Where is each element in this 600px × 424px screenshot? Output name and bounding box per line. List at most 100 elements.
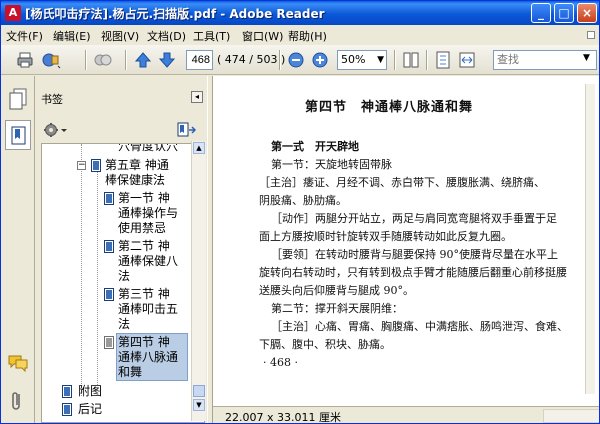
previous-page-icon[interactable] bbox=[133, 50, 153, 70]
document-line: ［要领］在转动时腰背与腿要保持 90°使腰背尽量在水平上 bbox=[271, 248, 558, 261]
chevron-down-icon: ▼ bbox=[377, 55, 384, 65]
bookmark-icon bbox=[104, 192, 114, 205]
menu-file[interactable]: 文件(F) bbox=[6, 28, 43, 44]
bookmark-section-3-line1[interactable]: 第三节 神 bbox=[118, 287, 170, 301]
bookmark-tree-scrollbar[interactable]: ▲ ▼ bbox=[191, 141, 206, 421]
bookmarks-panel-header: 书签 ◂ bbox=[39, 90, 205, 108]
bookmark-icon bbox=[104, 240, 114, 253]
page-size-readout: 22.007 x 33.011 厘米 bbox=[225, 411, 341, 424]
menu-help[interactable]: 帮助(H) bbox=[288, 28, 327, 44]
fit-width-icon[interactable] bbox=[457, 50, 477, 70]
next-page-icon[interactable] bbox=[157, 50, 177, 70]
document-line: 第二节：撑开斜天展阴维： bbox=[271, 302, 403, 315]
zoom-value: 50% bbox=[341, 53, 366, 66]
pages-panel-icon[interactable] bbox=[9, 88, 27, 113]
navigation-strip bbox=[1, 76, 35, 423]
bookmark-section-2-line1[interactable]: 第二节 神 bbox=[118, 239, 170, 253]
bookmark-section-1-line1[interactable]: 第一节 神 bbox=[118, 191, 170, 205]
adobe-reader-window: A [杨氏叩击疗法].杨占元.扫描版.pdf - Adobe Reader _ … bbox=[0, 0, 600, 424]
tree-collapse-toggle[interactable]: − bbox=[77, 161, 86, 170]
search-input[interactable] bbox=[493, 50, 597, 70]
menu-document[interactable]: 文档(D) bbox=[147, 28, 186, 44]
document-line: ［动作］两腿分开站立，两足与肩同宽弯腿将双手垂置于足 bbox=[271, 212, 557, 225]
bookmark-options-gear-icon[interactable] bbox=[43, 122, 69, 141]
status-bar: 22.007 x 33.011 厘米 bbox=[213, 406, 599, 423]
comments-icon[interactable] bbox=[7, 354, 29, 375]
fit-page-icon[interactable] bbox=[433, 50, 453, 70]
bookmark-section-3-line2[interactable]: 通棒叩击五 bbox=[118, 302, 178, 316]
bookmark-chapter-5-line1[interactable]: 第五章 神通 bbox=[105, 158, 169, 172]
toolbar: ( 474 / 503 ) 50% ▼ ▼ bbox=[1, 45, 599, 75]
scroll-up-arrow-icon[interactable]: ▲ bbox=[193, 142, 205, 154]
maximize-button[interactable]: □ bbox=[554, 3, 574, 23]
bookmark-section-1-line3[interactable]: 使用禁忌 bbox=[118, 221, 166, 235]
bookmark-icon bbox=[62, 385, 72, 398]
page-number-footer: · 468 · bbox=[263, 356, 298, 369]
search-dropdown-chevron-icon[interactable]: ▼ bbox=[583, 53, 590, 63]
bookmark-tree: 穴骨度认穴 − 第五章 神通 棒保健康法 第一节 神 通棒操作与 使用禁忌 第二… bbox=[41, 143, 205, 423]
menu-window[interactable]: 窗口(W) bbox=[242, 28, 283, 44]
minimize-button[interactable]: _ bbox=[531, 3, 551, 23]
bookmark-postscript[interactable]: 后记 bbox=[78, 402, 102, 416]
scrollbar-thumb[interactable] bbox=[193, 385, 205, 397]
document-heading: 第四节 神通棒八脉通和舞 bbox=[305, 100, 474, 115]
bookmark-icon bbox=[104, 288, 114, 301]
print-icon[interactable] bbox=[15, 50, 35, 70]
bookmark-section-4-line2[interactable]: 通棒八脉通 bbox=[118, 350, 178, 364]
menu-bar: 文件(F) 编辑(E) 视图(V) 文档(D) 工具(T) 窗口(W) 帮助(H… bbox=[1, 25, 599, 45]
bookmarks-panel: 书签 ◂ 穴骨度认穴 − 第五章 神通 棒保健康法 第一节 神 通棒操作与 使用… bbox=[35, 76, 207, 423]
window-title: [杨氏叩击疗法].杨占元.扫描版.pdf - Adobe Reader bbox=[25, 7, 325, 21]
bookmark-icon bbox=[104, 336, 114, 349]
document-line: ［主治］痿证、月经不调、赤白带下、腰腹胀满、绕脐痛、 bbox=[259, 176, 545, 189]
menu-view[interactable]: 视图(V) bbox=[101, 28, 139, 44]
document-line: 第一式 开天辟地 bbox=[271, 140, 359, 153]
document-page[interactable]: 第四节 神通棒八脉通和舞 第一式 开天辟地 第一节：天旋地转固带脉 ［主治］痿证… bbox=[213, 76, 599, 406]
horizontal-scrollbar[interactable] bbox=[543, 409, 599, 423]
bookmark-section-4-line3[interactable]: 和舞 bbox=[118, 365, 142, 379]
collaborate-icon[interactable] bbox=[93, 50, 113, 70]
bookmark-section-4-line1[interactable]: 第四节 神 bbox=[118, 335, 170, 349]
menu-tools[interactable]: 工具(T) bbox=[193, 28, 230, 44]
scroll-down-arrow-icon[interactable]: ▼ bbox=[193, 399, 205, 411]
bookmarks-panel-tab[interactable] bbox=[5, 120, 31, 150]
bookmarks-panel-title: 书签 bbox=[41, 93, 63, 106]
zoom-out-icon[interactable] bbox=[286, 50, 306, 70]
expand-bookmark-icon[interactable] bbox=[177, 122, 197, 141]
zoom-in-icon[interactable] bbox=[310, 50, 330, 70]
page-number-input[interactable] bbox=[186, 50, 213, 70]
menubar-close-icon[interactable] bbox=[587, 31, 595, 39]
toolbar-separator bbox=[85, 50, 87, 70]
adobe-reader-app-icon[interactable]: A bbox=[5, 5, 21, 21]
document-line: ［主治］心痛、胃痛、胸腹痛、中满痞胀、肠鸣泄泻、食难、 bbox=[271, 320, 568, 333]
toolbar-separator bbox=[279, 50, 281, 70]
title-bar[interactable]: A [杨氏叩击疗法].杨占元.扫描版.pdf - Adobe Reader _ … bbox=[1, 1, 599, 25]
bookmark-appendix-figures[interactable]: 附图 bbox=[78, 384, 102, 398]
attachments-paperclip-icon[interactable] bbox=[9, 390, 25, 415]
bookmark-icon bbox=[91, 159, 101, 172]
document-line: 下膈、腹中、积块、胁痛。 bbox=[259, 338, 391, 351]
document-line: 送腰头向后仰腰背与腿成 90°。 bbox=[259, 284, 414, 297]
close-button[interactable]: × bbox=[577, 3, 597, 23]
zoom-select[interactable]: 50% ▼ bbox=[337, 50, 387, 70]
document-vertical-scrollbar[interactable] bbox=[585, 84, 595, 394]
tree-guide-line bbox=[97, 172, 98, 385]
toolbar-separator bbox=[394, 50, 396, 70]
toolbar-separator bbox=[426, 50, 428, 70]
document-line: 面上方腰按顺时针旋转双手随腰转动如此反复九圈。 bbox=[259, 230, 512, 243]
bookmark-section-1-line2[interactable]: 通棒操作与 bbox=[118, 206, 178, 220]
bookmark-section-2-line2[interactable]: 通棒保健八 bbox=[118, 254, 178, 268]
collapse-panel-icon[interactable]: ◂ bbox=[191, 91, 203, 103]
bookmark-section-3-line3[interactable]: 法 bbox=[118, 317, 130, 331]
bookmark-section-2-line3[interactable]: 法 bbox=[118, 269, 130, 283]
two-page-view-icon[interactable] bbox=[401, 50, 421, 70]
share-icon[interactable] bbox=[41, 50, 61, 70]
bookmark-chapter-5-line2[interactable]: 棒保健康法 bbox=[105, 173, 165, 187]
menu-edit[interactable]: 编辑(E) bbox=[53, 28, 91, 44]
document-line: 旋转向右转动时，只有转到极点手臂才能随腰后翻重心前移挺腰 bbox=[259, 266, 567, 279]
bookmark-acupoint-measure[interactable]: 穴骨度认穴 bbox=[118, 144, 178, 153]
toolbar-separator bbox=[125, 50, 127, 70]
bookmark-icon bbox=[62, 403, 72, 416]
bookmark-icon bbox=[11, 126, 26, 145]
document-line: 阴股痛、胁肋痛。 bbox=[259, 194, 347, 207]
tree-guide-line bbox=[81, 144, 82, 396]
